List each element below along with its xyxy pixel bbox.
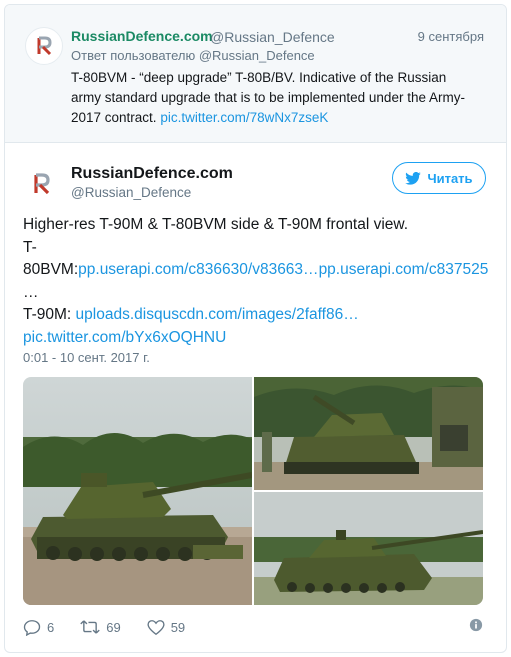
parent-text-line: T-80BVM - “deep upgrade” T-80B/BV. Indic…: [71, 70, 447, 85]
retweet-button[interactable]: 69: [80, 619, 121, 635]
info-button[interactable]: [469, 618, 483, 635]
rd-logo-icon: [34, 173, 50, 195]
pic-link[interactable]: pic.twitter.com/bYx6xOQHNU: [23, 329, 226, 346]
tweet-text-line: pic.twitter.com/bYx6xOQHNU: [23, 327, 493, 350]
parent-text-line: army standard upgrade that is to be impl…: [71, 90, 465, 105]
follow-label: Читать: [427, 170, 473, 186]
tweet-text-line: T-90M: uploads.disquscdn.com/images/2faf…: [23, 306, 359, 323]
author-handle[interactable]: @Russian_Defence: [71, 185, 191, 200]
link-t80bvm-1[interactable]: pp.userapi.com/c836630/v83663…: [78, 261, 318, 278]
tweet-embed-card: RussianDefence.com @Russian_Defence 9 се…: [4, 4, 507, 653]
parent-text-line: 2017 contract. pic.twitter.com/78wNx7zse…: [71, 110, 329, 125]
parent-author-name[interactable]: RussianDefence.com: [71, 28, 213, 44]
reply-count: 6: [47, 619, 55, 635]
tank-photo-1[interactable]: [23, 377, 252, 605]
reply-icon: [23, 619, 41, 636]
parent-date[interactable]: 9 сентября: [418, 29, 484, 44]
tweet-text-line: Higher-res T-90M & T-80BVM side & T-90M …: [23, 216, 409, 233]
avatar[interactable]: [23, 166, 59, 202]
avatar[interactable]: [25, 27, 63, 65]
tank-photo-2[interactable]: [254, 377, 483, 490]
follow-button[interactable]: Читать: [392, 162, 486, 194]
author-name[interactable]: RussianDefence.com: [71, 165, 233, 183]
tweet-text-line: 80BVM:pp.userapi.com/c836630/v83663…pp.u…: [23, 261, 489, 278]
media-grid: [23, 377, 483, 605]
tweet-timestamp[interactable]: 0:01 - 10 сент. 2017 г.: [23, 350, 150, 365]
reply-button[interactable]: 6: [23, 619, 54, 636]
tank-photo-3[interactable]: [254, 492, 483, 605]
like-count: 59: [170, 619, 186, 635]
heart-icon: [147, 619, 165, 635]
parent-tweet[interactable]: RussianDefence.com @Russian_Defence 9 се…: [5, 5, 506, 143]
info-icon: [469, 618, 483, 632]
tweet-text: Higher-res T-90M & T-80BVM side & T-90M …: [23, 214, 493, 349]
parent-text: T-80BVM - “deep upgrade” T-80B/BV. Indic…: [71, 68, 491, 128]
retweet-count: 69: [106, 619, 121, 635]
tweet-actions: 6 69 59: [23, 617, 483, 637]
rd-logo-icon: [37, 36, 52, 56]
tweet-text-line: T-: [23, 238, 37, 256]
like-button[interactable]: 59: [147, 619, 185, 636]
link-t90m[interactable]: uploads.disquscdn.com/images/2faff86…: [76, 306, 359, 323]
parent-pic-link[interactable]: pic.twitter.com/78wNx7zseK: [160, 110, 328, 125]
reply-context: Ответ пользователю @Russian_Defence: [71, 48, 315, 63]
parent-author-handle[interactable]: @Russian_Defence: [210, 29, 335, 45]
tweet-text-line: …: [23, 283, 39, 301]
twitter-bird-icon: [405, 171, 422, 185]
link-t80bvm-2[interactable]: pp.userapi.com/c837525: [319, 261, 489, 278]
retweet-icon: [80, 620, 100, 634]
